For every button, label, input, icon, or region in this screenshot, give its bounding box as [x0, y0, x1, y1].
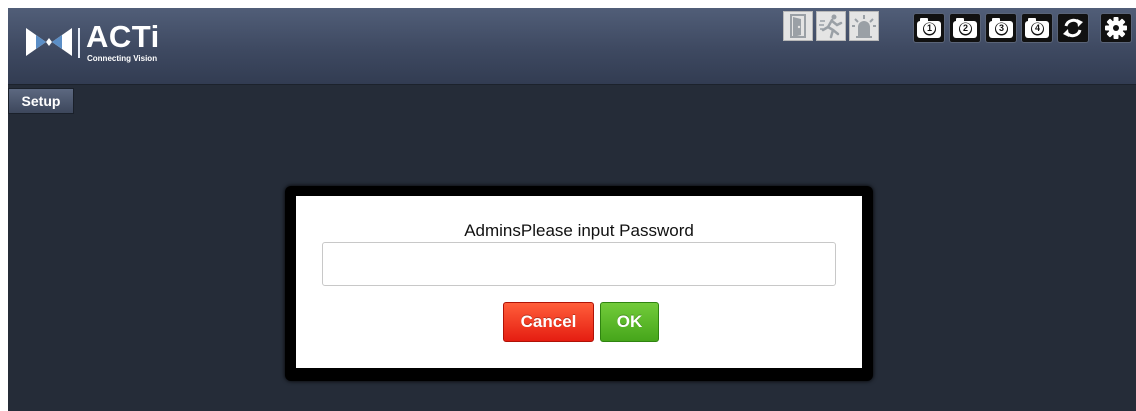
camera-number: 3 — [996, 23, 1007, 34]
refresh-icon — [1063, 18, 1083, 38]
brand-tagline: Connecting Vision — [87, 54, 158, 63]
camera-4-button[interactable]: 4 — [1021, 13, 1053, 43]
settings-button[interactable] — [1100, 13, 1132, 43]
password-dialog: AdminsPlease input Password Cancel OK — [285, 186, 873, 381]
setup-tab[interactable]: Setup — [8, 88, 74, 114]
camera-number: 2 — [960, 23, 971, 34]
brand-name: ACTi — [86, 19, 160, 54]
running-person-icon — [819, 14, 843, 39]
alarm-button[interactable] — [849, 11, 879, 41]
password-dialog-body: AdminsPlease input Password Cancel OK — [296, 196, 862, 368]
camera-number: 1 — [924, 23, 935, 34]
ok-button[interactable]: OK — [600, 302, 659, 342]
camera-1-button[interactable]: 1 — [913, 13, 945, 43]
motion-button[interactable] — [816, 11, 846, 41]
acti-logo-mark-icon — [26, 28, 72, 56]
cancel-button[interactable]: Cancel — [503, 302, 594, 342]
door-button[interactable] — [783, 11, 813, 41]
camera-number: 4 — [1032, 23, 1043, 34]
dialog-title: AdminsPlease input Password — [464, 221, 694, 240]
camera-2-button[interactable]: 2 — [949, 13, 981, 43]
logo-separator — [78, 28, 80, 58]
password-input[interactable] — [322, 242, 836, 286]
door-icon — [790, 14, 806, 38]
top-header: ACTi Connecting Vision 1 2 3 4 — [8, 8, 1136, 85]
gear-icon — [1105, 17, 1127, 39]
alarm-light-icon — [852, 15, 876, 38]
refresh-button[interactable] — [1057, 13, 1089, 43]
camera-3-button[interactable]: 3 — [985, 13, 1017, 43]
app-window: ACTi Connecting Vision 1 2 3 4 Setup Adm… — [8, 8, 1136, 411]
